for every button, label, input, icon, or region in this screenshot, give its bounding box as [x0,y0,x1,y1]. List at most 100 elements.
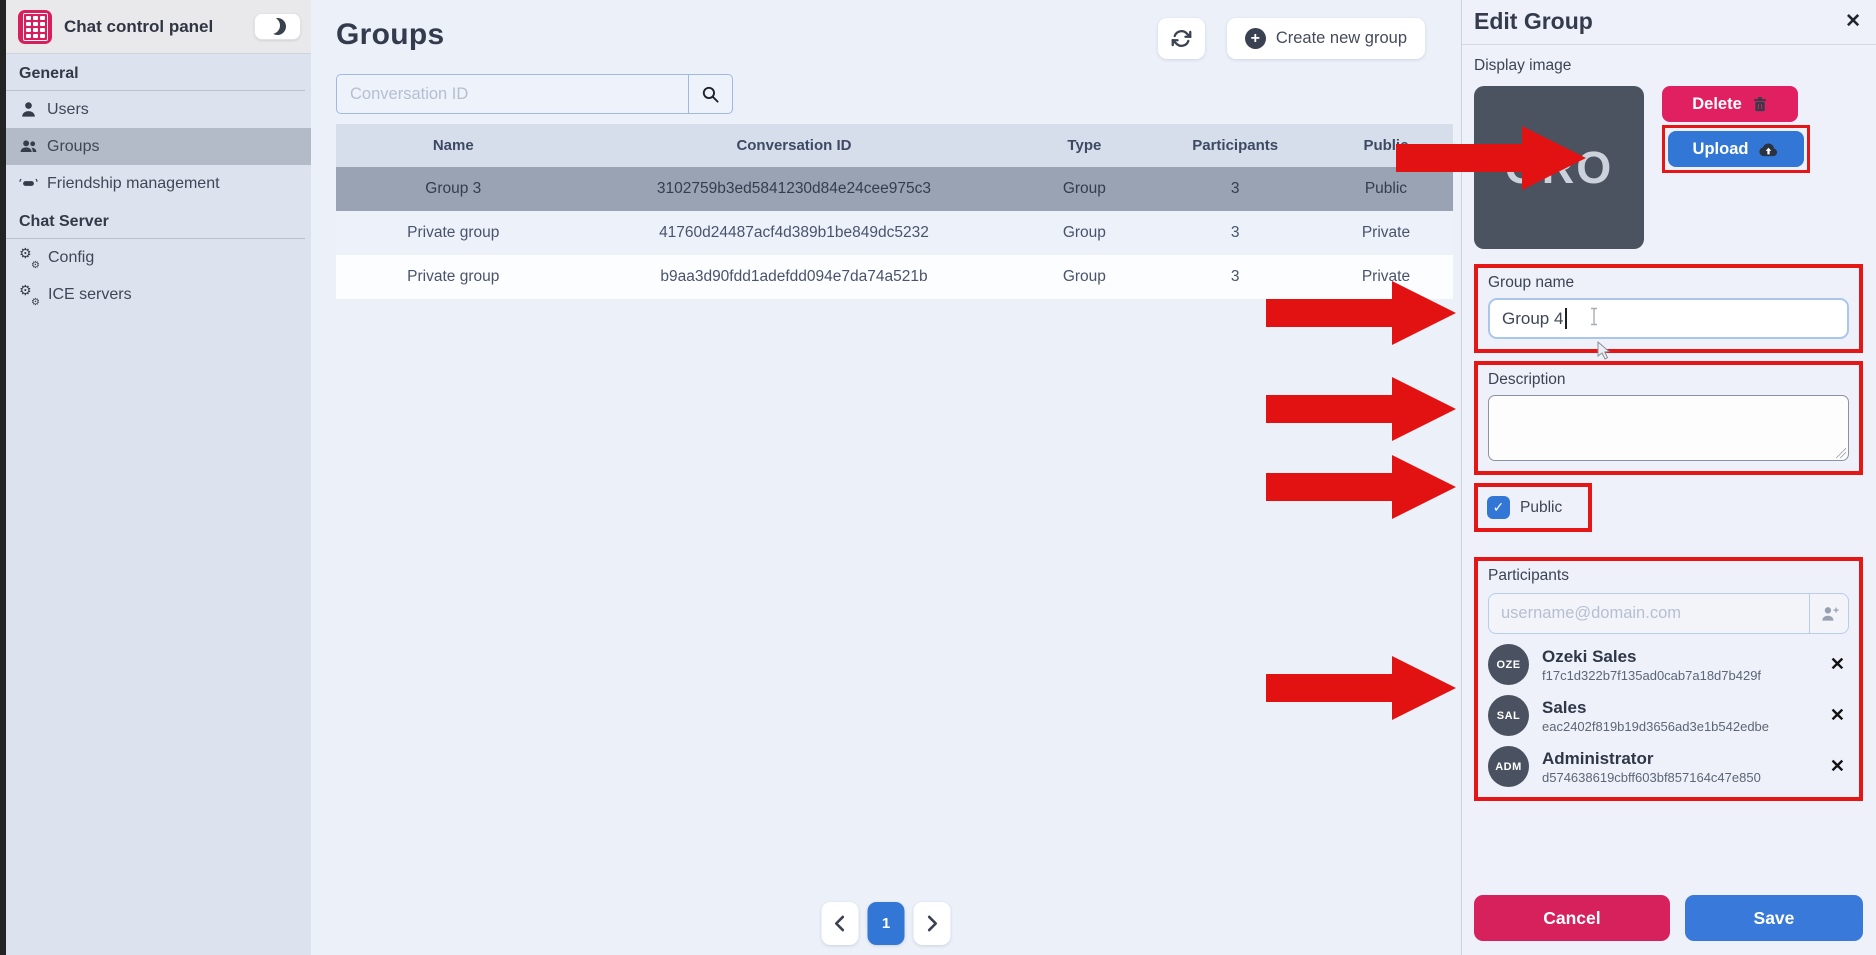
sidebar-section-title: General [6,54,305,91]
sidebar-item-friendship-management[interactable]: Friendship management [6,165,311,202]
participant-id: d574638619cbff603bf857164c47e850 [1542,770,1761,785]
participant-username-input[interactable] [1488,593,1809,634]
cell-conversation-id: 41760d24487acf4d389b1be849dc5232 [571,224,1018,242]
trash-icon [1752,96,1768,113]
groups-page: Groups + Create new group Name Conversat… [311,0,1461,955]
description-field[interactable] [1488,395,1849,461]
plus-circle-icon: + [1245,28,1266,49]
sidebar-item-config[interactable]: ⚙⚙ Config [6,239,311,276]
cell-participants: 3 [1151,224,1319,242]
upload-image-button[interactable]: Upload [1668,131,1804,167]
group-name-annotation-box: Group name Group 4 [1474,264,1863,353]
panel-title: Edit Group [1474,8,1593,35]
cell-public: Private [1319,268,1453,286]
create-new-group-button[interactable]: + Create new group [1227,18,1425,59]
save-button[interactable]: Save [1685,895,1863,941]
remove-participant-button[interactable]: ✕ [1826,654,1849,675]
delete-image-button[interactable]: Delete [1662,86,1798,122]
table-row[interactable]: Private group 41760d24487acf4d389b1be849… [336,211,1453,255]
users-icon [19,137,38,156]
upload-annotation-box: Upload [1662,125,1810,173]
previous-page-button[interactable] [822,902,859,945]
cell-type: Group [1017,180,1151,198]
description-annotation-box: Description [1474,361,1863,475]
person-plus-icon [1820,605,1839,622]
participant-name: Ozeki Sales [1542,646,1761,667]
cancel-button[interactable]: Cancel [1474,895,1670,941]
close-panel-button[interactable]: ✕ [1845,10,1861,33]
column-header: Participants [1151,137,1319,154]
group-avatar: GRO [1474,86,1644,249]
cloud-upload-icon [1758,142,1779,157]
remove-participant-button[interactable]: ✕ [1826,756,1849,777]
table-row[interactable]: Private group b9aa3d90fdd1adefdd094e7da7… [336,255,1453,299]
create-button-label: Create new group [1276,29,1407,48]
cell-type: Group [1017,268,1151,286]
sidebar-item-ice-servers[interactable]: ⚙⚙ ICE servers [6,276,311,313]
search-bar [336,74,733,114]
refresh-button[interactable] [1158,18,1205,59]
moon-icon [269,18,286,35]
chat-control-panel-app: Chat control panel General Users Groups … [0,0,1876,955]
column-header: Public [1319,137,1453,154]
table-header-row: Name Conversation ID Type Participants P… [336,124,1453,167]
text-caret [1565,308,1567,329]
sidebar-item-groups[interactable]: Groups [6,128,311,165]
cell-conversation-id: 3102759b3ed5841230d84e24cee975c3 [571,180,1018,198]
group-name-field[interactable]: Group 4 [1488,298,1849,339]
sidebar-item-label: Groups [47,138,99,156]
cell-name: Group 3 [336,180,571,198]
participant-id: f17c1d322b7f135ad0cab7a18d7b429f [1542,668,1761,683]
groups-table: Name Conversation ID Type Participants P… [336,124,1453,299]
participant-id: eac2402f819b19d3656ad3e1b542edbe [1542,719,1769,734]
sidebar-section-title: Chat Server [6,202,305,239]
participant-item: SAL Sales eac2402f819b19d3656ad3e1b542ed… [1488,695,1849,736]
sidebar-item-label: Users [47,101,89,119]
refresh-icon [1171,28,1192,49]
cell-name: Private group [336,268,571,286]
public-annotation-box: ✓ Public [1474,483,1592,532]
handshake-icon [19,174,38,193]
add-participant-button[interactable] [1809,593,1849,634]
participant-name: Sales [1542,697,1769,718]
page-1-button[interactable]: 1 [868,902,905,945]
next-page-button[interactable] [914,902,951,945]
participant-item: ADM Administrator d574638619cbff603bf857… [1488,746,1849,787]
pagination: 1 [822,902,951,945]
public-checkbox[interactable]: ✓ [1487,496,1510,519]
app-title: Chat control panel [64,17,242,37]
group-name-value: Group 4 [1502,309,1563,329]
conversation-id-search-input[interactable] [336,74,688,114]
participant-name: Administrator [1542,748,1761,769]
resize-grip[interactable] [1836,448,1846,458]
chevron-right-icon [925,915,940,932]
column-header: Name [336,137,571,154]
participant-avatar: SAL [1488,695,1529,736]
panel-header: Edit Group ✕ [1462,8,1876,45]
table-row[interactable]: Group 3 3102759b3ed5841230d84e24cee975c3… [336,167,1453,211]
cell-conversation-id: b9aa3d90fdd1adefdd094e7da74a521b [571,268,1018,286]
sidebar-item-label: Config [48,249,94,267]
edit-group-panel: Edit Group ✕ Display image GRO Delete Up… [1461,0,1876,955]
group-name-label: Group name [1488,274,1849,292]
cell-type: Group [1017,224,1151,242]
participant-avatar: ADM [1488,746,1529,787]
search-icon [701,85,720,104]
sidebar: Chat control panel General Users Groups … [6,0,311,955]
sidebar-item-label: Friendship management [47,175,220,193]
sidebar-section-general: General Users Groups Friendship manageme… [6,54,311,202]
search-button[interactable] [688,74,733,114]
description-label: Description [1488,371,1849,389]
gears-icon: ⚙⚙ [19,285,39,304]
cell-public: Private [1319,224,1453,242]
dark-mode-toggle[interactable] [254,13,301,40]
display-image-row: GRO Delete Upload [1474,86,1863,254]
participant-avatar: OZE [1488,644,1529,685]
panel-footer: Cancel Save [1474,895,1863,941]
remove-participant-button[interactable]: ✕ [1826,705,1849,726]
sidebar-item-users[interactable]: Users [6,91,311,128]
column-header: Conversation ID [571,137,1018,154]
gears-icon: ⚙⚙ [19,248,39,267]
cell-name: Private group [336,224,571,242]
display-image-label: Display image [1474,57,1863,75]
